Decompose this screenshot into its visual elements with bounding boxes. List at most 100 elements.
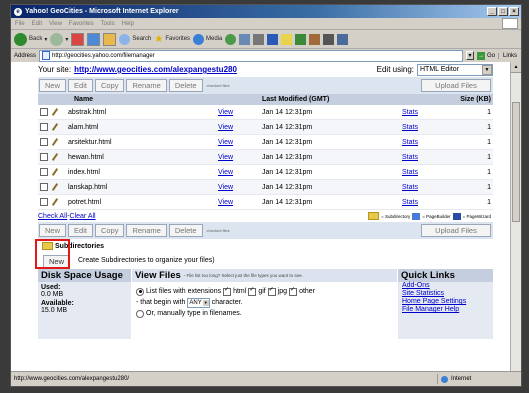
file-name[interactable]: arsitektur.html (60, 139, 218, 146)
edit-pencil-icon[interactable] (51, 168, 59, 176)
stats-link[interactable]: Stats (402, 124, 482, 131)
scroll-thumb[interactable] (512, 102, 520, 222)
address-dropdown-button[interactable]: ▾ (465, 51, 474, 60)
new-button[interactable]: New (39, 79, 67, 92)
search-button[interactable]: Search (119, 33, 151, 45)
refresh-icon[interactable] (87, 32, 101, 46)
view-link[interactable]: View (218, 124, 262, 131)
add-ons-link[interactable]: Add-Ons (402, 282, 493, 290)
back-button[interactable]: Back ▾ (14, 32, 47, 46)
new-button[interactable]: New (39, 224, 67, 237)
close-button[interactable]: × (509, 7, 519, 16)
table-row: potret.html View Jan 14 12:31pm Stats 1 (38, 195, 493, 210)
copy-button[interactable]: Copy (94, 79, 125, 92)
view-link[interactable]: View (218, 184, 262, 191)
file-name[interactable]: lanskap.html (60, 184, 218, 191)
delete-button[interactable]: Delete (168, 224, 203, 237)
edit-button[interactable]: Edit (68, 79, 93, 92)
vertical-scrollbar[interactable]: ▲ (510, 62, 521, 372)
upload-files-button[interactable]: Upload Files (421, 79, 491, 92)
menu-favorites[interactable]: Favorites (69, 21, 94, 27)
links-button[interactable]: Links (497, 52, 521, 59)
discuss-icon[interactable] (281, 33, 293, 45)
file-name[interactable]: hewan.html (60, 154, 218, 161)
calculator-icon[interactable] (323, 33, 335, 45)
edit-pencil-icon[interactable] (51, 183, 59, 191)
check-all-link[interactable]: Check All (38, 213, 67, 220)
manual-filenames-radio[interactable] (136, 309, 144, 318)
forward-button[interactable]: ▾ (50, 32, 68, 46)
stats-link[interactable]: Stats (402, 184, 482, 191)
mail-icon[interactable] (239, 33, 251, 45)
media-button[interactable]: Media (193, 33, 222, 45)
site-url-link[interactable]: http://www.geocities.com/alexpangestu280 (74, 65, 237, 74)
home-icon[interactable] (103, 32, 117, 46)
menu-edit[interactable]: Edit (32, 21, 42, 27)
messenger-icon[interactable] (295, 33, 307, 45)
site-statistics-link[interactable]: Site Statistics (402, 290, 493, 298)
view-link[interactable]: View (218, 169, 262, 176)
edit-pencil-icon[interactable] (51, 108, 59, 116)
list-by-extension-radio[interactable] (136, 287, 144, 296)
tools-icon[interactable] (337, 33, 349, 45)
stats-link[interactable]: Stats (402, 139, 482, 146)
row-checkbox[interactable] (40, 183, 48, 191)
favorites-button[interactable]: ★ Favorites (154, 34, 190, 45)
row-checkbox[interactable] (40, 138, 48, 146)
view-link[interactable]: View (218, 199, 262, 206)
menu-file[interactable]: File (15, 21, 25, 27)
row-checkbox[interactable] (40, 198, 48, 206)
view-link[interactable]: View (218, 139, 262, 146)
file-name[interactable]: abstrak.html (60, 109, 218, 116)
row-checkbox[interactable] (40, 123, 48, 131)
view-link[interactable]: View (218, 154, 262, 161)
file-name[interactable]: index.html (60, 169, 218, 176)
stop-icon[interactable] (71, 32, 85, 46)
file-size: 1 (487, 153, 491, 161)
delete-button[interactable]: Delete (168, 79, 203, 92)
edit-pencil-icon[interactable] (51, 198, 59, 206)
copy-button[interactable]: Copy (94, 224, 125, 237)
rename-button[interactable]: Rename (126, 79, 167, 92)
go-button[interactable]: → Go (476, 51, 495, 60)
menu-view[interactable]: View (49, 21, 62, 27)
stats-link[interactable]: Stats (402, 169, 482, 176)
menu-help[interactable]: Help (122, 21, 134, 27)
rename-button[interactable]: Rename (126, 224, 167, 237)
file-name[interactable]: potret.html (60, 199, 218, 206)
edit-pencil-icon[interactable] (51, 138, 59, 146)
gif-checkbox[interactable] (248, 286, 257, 296)
edit-page-icon[interactable] (267, 33, 279, 45)
address-input[interactable]: http://geocities.yahoo.com/filemanager (39, 49, 463, 62)
edit-pencil-icon[interactable] (51, 153, 59, 161)
other-checkbox[interactable] (289, 286, 298, 296)
history-icon[interactable] (225, 33, 237, 45)
header-modified[interactable]: Last Modified (GMT) (262, 96, 402, 103)
maximize-button[interactable]: □ (498, 7, 508, 16)
html-checkbox[interactable] (223, 286, 232, 296)
research-icon[interactable] (309, 33, 321, 45)
stats-link[interactable]: Stats (402, 199, 482, 206)
file-name[interactable]: alam.html (60, 124, 218, 131)
file-manager-help-link[interactable]: File Manager Help (402, 306, 493, 314)
home-page-settings-link[interactable]: Home Page Settings (402, 298, 493, 306)
scroll-up-icon[interactable]: ▲ (511, 62, 521, 73)
row-checkbox[interactable] (40, 168, 48, 176)
header-size[interactable]: Size (KB) (402, 96, 493, 103)
edit-button[interactable]: Edit (68, 224, 93, 237)
minimize-button[interactable]: _ (487, 7, 497, 16)
row-checkbox[interactable] (40, 108, 48, 116)
upload-files-button[interactable]: Upload Files (421, 224, 491, 237)
print-icon[interactable] (253, 33, 265, 45)
menu-tools[interactable]: Tools (101, 21, 115, 27)
editor-select[interactable]: HTML Editor ▼ (417, 63, 493, 76)
row-checkbox[interactable] (40, 153, 48, 161)
clear-all-link[interactable]: Clear All (70, 213, 96, 220)
header-name[interactable]: Name (60, 96, 218, 103)
view-link[interactable]: View (218, 109, 262, 116)
jpg-checkbox[interactable] (267, 286, 276, 296)
edit-pencil-icon[interactable] (51, 123, 59, 131)
begin-char-select[interactable]: ANY ▼ (187, 297, 210, 308)
stats-link[interactable]: Stats (402, 109, 482, 116)
stats-link[interactable]: Stats (402, 154, 482, 161)
